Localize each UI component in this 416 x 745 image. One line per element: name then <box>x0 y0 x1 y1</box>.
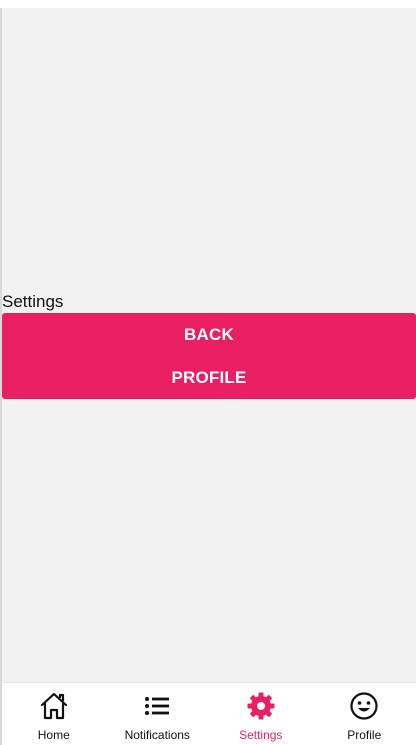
tab-profile[interactable]: Profile <box>313 683 416 745</box>
screen-title: Settings <box>2 292 64 311</box>
tab-settings[interactable]: Settings <box>209 683 313 745</box>
gear-icon <box>247 692 275 720</box>
profile-button[interactable]: PROFILE <box>2 356 416 399</box>
app-window: Settings BACK PROFILE Home Notifications <box>0 0 416 745</box>
home-icon <box>40 692 67 720</box>
list-icon <box>145 697 170 715</box>
bottom-tab-bar: Home Notifications Settings Profile <box>2 682 416 745</box>
tab-notifications[interactable]: Notifications <box>106 683 210 745</box>
tab-home-label: Home <box>37 728 70 742</box>
tab-notifications-label: Notifications <box>124 728 190 742</box>
tab-home[interactable]: Home <box>2 683 106 745</box>
tab-profile-label: Profile <box>347 728 382 742</box>
main-content: Settings BACK PROFILE <box>2 8 416 682</box>
back-button[interactable]: BACK <box>2 313 416 356</box>
tab-settings-label: Settings <box>239 728 283 742</box>
smiley-icon <box>350 692 378 720</box>
